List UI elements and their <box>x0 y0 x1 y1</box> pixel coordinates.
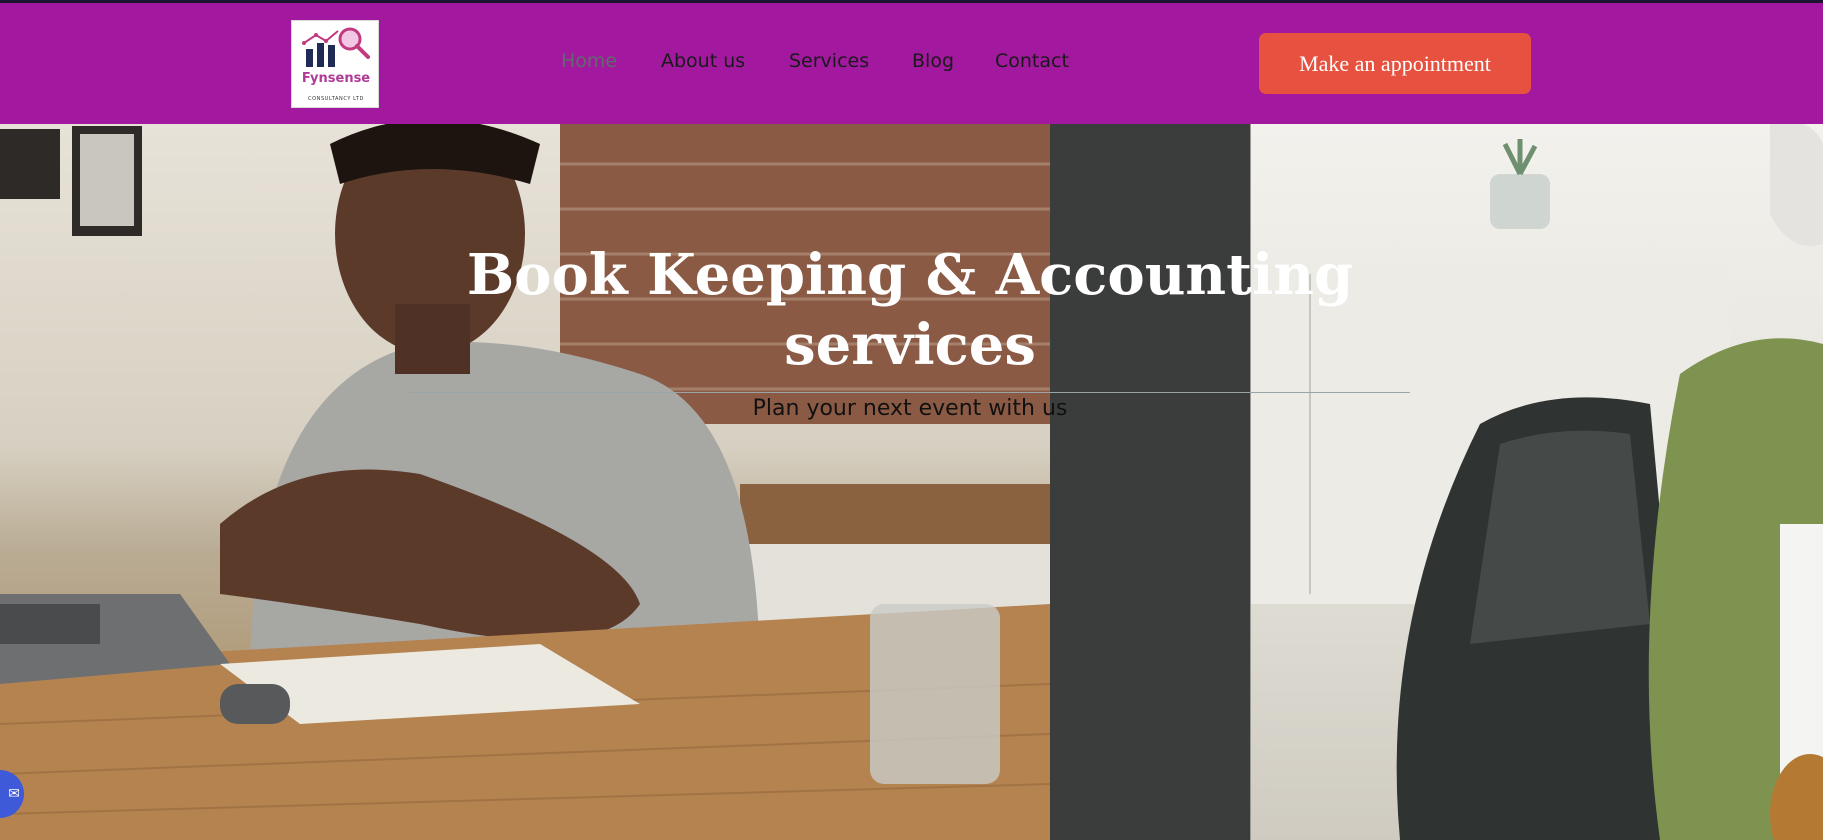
chart-magnifier-icon <box>302 27 370 67</box>
brand-tagline: CONSULTANCY LTD <box>308 96 364 102</box>
hero-photo-right <box>1250 124 1823 840</box>
nav-blog[interactable]: Blog <box>912 50 954 72</box>
office-chair-photo <box>1250 124 1823 840</box>
nav-home[interactable]: Home <box>561 50 617 72</box>
man-at-desk-photo <box>0 124 1250 840</box>
brand-name: Fynsense <box>301 71 371 86</box>
brand-logo[interactable]: Fynsense CONSULTANCY LTD <box>291 20 379 108</box>
hero-photo-left <box>0 124 1250 840</box>
site-header: Fynsense CONSULTANCY LTD Home About us S… <box>0 3 1823 124</box>
photo-divider <box>1250 124 1251 840</box>
hero-title: Book Keeping & Accounting services <box>466 242 1354 378</box>
nav-about-us[interactable]: About us <box>661 50 745 72</box>
hero-subtitle: Plan your next event with us <box>752 396 1068 421</box>
hero-divider <box>410 392 1410 393</box>
nav-services[interactable]: Services <box>789 50 869 72</box>
chat-icon: ✉ <box>8 786 20 802</box>
nav-contact[interactable]: Contact <box>995 50 1069 72</box>
make-appointment-button[interactable]: Make an appointment <box>1259 33 1531 94</box>
hero-banner: Book Keeping & Accounting services Plan … <box>0 124 1823 840</box>
